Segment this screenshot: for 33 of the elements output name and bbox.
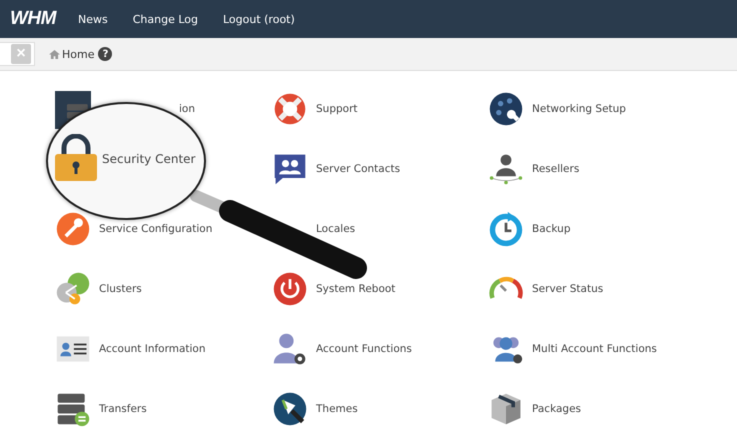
tool-link[interactable]: Packages <box>532 403 581 415</box>
tool-link[interactable]: Multi Account Functions <box>532 343 657 355</box>
tool-link[interactable]: Support <box>316 103 358 115</box>
server-arrows-icon[interactable] <box>55 391 91 427</box>
tool-link[interactable]: System Reboot <box>316 283 396 295</box>
network-wrench-icon[interactable] <box>488 91 524 127</box>
nav-link[interactable]: Logout (root) <box>222 12 295 26</box>
tool-link[interactable]: Locales <box>316 223 356 235</box>
tool-link[interactable]: Networking Setup <box>532 103 626 115</box>
tool-link[interactable]: Account Functions <box>316 343 412 355</box>
tool-link[interactable]: Resellers <box>532 163 580 175</box>
logo[interactable]: WHM <box>10 8 56 30</box>
nav-link[interactable]: Change Log <box>132 12 198 26</box>
padlock-icon <box>54 134 98 182</box>
brush-icon[interactable] <box>272 391 308 427</box>
tool-link[interactable]: Server Contacts <box>316 163 400 175</box>
tool-link[interactable]: Service Configuration <box>99 223 212 235</box>
user-gear-icon[interactable] <box>272 331 308 367</box>
wrench-icon[interactable] <box>55 211 91 247</box>
tool-link[interactable]: Account Information <box>99 343 206 355</box>
help-icon[interactable]: ? <box>98 47 112 61</box>
nav-link[interactable]: News <box>78 12 108 26</box>
tool-link[interactable]: ion <box>179 103 195 115</box>
home-icon <box>49 50 60 58</box>
magnified-label: Security Center <box>102 152 196 166</box>
tool-link[interactable]: Clusters <box>99 283 142 295</box>
tool-link[interactable]: Backup <box>532 223 570 235</box>
tool-link[interactable]: Transfers <box>99 403 147 415</box>
tool-link[interactable]: Server Status <box>532 283 604 295</box>
tool-link[interactable]: Themes <box>316 403 358 415</box>
lifebuoy-icon[interactable] <box>272 91 308 127</box>
power-icon[interactable] <box>272 271 308 307</box>
breadcrumb-link[interactable]: Home <box>62 48 94 60</box>
